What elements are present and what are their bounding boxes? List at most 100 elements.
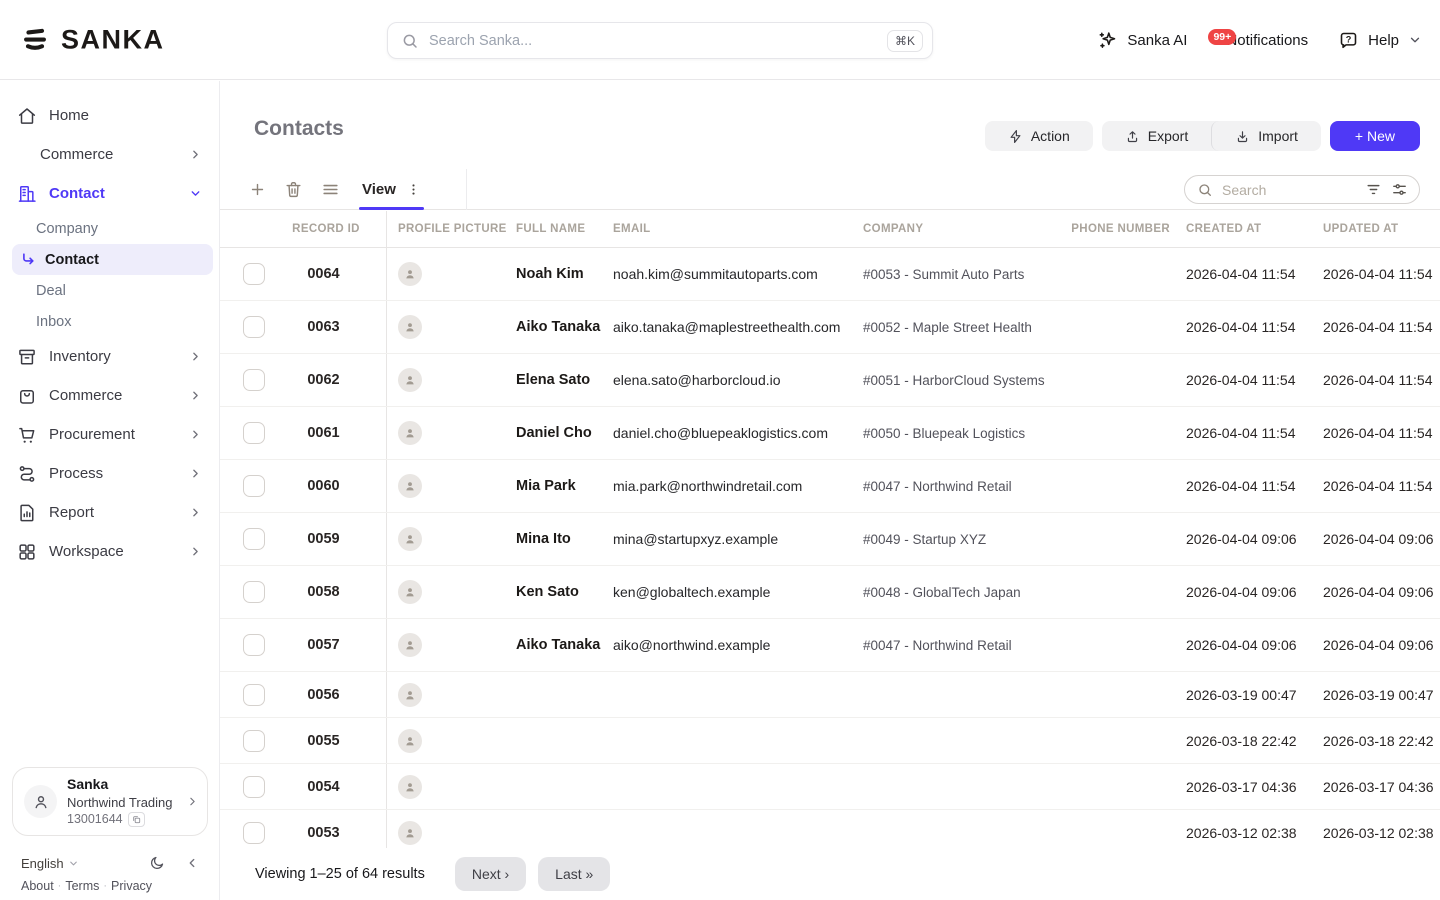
email: elena.sato@harborcloud.io: [613, 354, 857, 406]
sidebar-item-process[interactable]: Process: [0, 454, 219, 493]
archive-icon: [17, 347, 37, 367]
chevron-right-icon: [189, 428, 202, 441]
row-checkbox[interactable]: [243, 369, 265, 391]
row-checkbox[interactable]: [243, 822, 265, 844]
chevron-down-icon: [1408, 33, 1422, 47]
trash-icon[interactable]: [284, 180, 303, 199]
filter-icon[interactable]: [1365, 181, 1382, 198]
table-row[interactable]: 0062Elena Satoelena.sato@harborcloud.io#…: [220, 354, 1440, 407]
email: daniel.cho@bluepeaklogistics.com: [613, 407, 857, 459]
sidebar-item-workspace[interactable]: Workspace: [0, 532, 219, 571]
table-row[interactable]: 00542026-03-17 04:362026-03-17 04:36: [220, 764, 1440, 810]
contacts-table: RECORD IDPROFILE PICTUREFULL NAMEEMAILCO…: [220, 211, 1440, 900]
phone-number: [1069, 354, 1183, 406]
updated-at: 2026-04-04 11:54: [1323, 354, 1440, 406]
table-row[interactable]: 00562026-03-19 00:472026-03-19 00:47: [220, 672, 1440, 718]
full-name: Aiko Tanaka: [508, 301, 613, 353]
sidebar-item-label: Commerce: [40, 146, 113, 163]
dark-mode-toggle-moon-icon[interactable]: [149, 855, 165, 871]
table-row[interactable]: 0060Mia Parkmia.park@northwindretail.com…: [220, 460, 1440, 513]
privacy-link[interactable]: Privacy: [111, 879, 152, 893]
row-checkbox[interactable]: [243, 776, 265, 798]
terms-link[interactable]: Terms: [65, 879, 99, 893]
table-row[interactable]: 0057Aiko Tanakaaiko@northwind.example#00…: [220, 619, 1440, 672]
report-icon: [17, 503, 37, 523]
language-selector[interactable]: English: [21, 856, 79, 871]
full-name: Elena Sato: [508, 354, 613, 406]
help-label: Help: [1368, 32, 1399, 49]
table-search[interactable]: [1184, 175, 1420, 204]
phone-number: [1069, 460, 1183, 512]
sidebar-subitem-inbox[interactable]: Inbox: [0, 306, 219, 337]
account-card[interactable]: Sanka Northwind Trading 13001644: [12, 767, 208, 836]
row-checkbox[interactable]: [243, 528, 265, 550]
email: aiko@northwind.example: [613, 619, 857, 671]
shopping-cart-icon: [17, 425, 37, 445]
table-row[interactable]: 00552026-03-18 22:422026-03-18 22:42: [220, 718, 1440, 764]
sidebar-subitem-contact[interactable]: Contact: [12, 244, 213, 275]
created-at: 2026-04-04 09:06: [1183, 513, 1323, 565]
table-row[interactable]: 0059Mina Itomina@startupxyz.example#0049…: [220, 513, 1440, 566]
settings-sliders-icon[interactable]: [1391, 181, 1408, 198]
chevron-right-icon: [189, 545, 202, 558]
list-view-icon[interactable]: [321, 180, 340, 199]
brand-logo[interactable]: SANKA: [20, 24, 165, 55]
tab-view[interactable]: View: [362, 169, 421, 209]
created-at: 2026-04-04 11:54: [1183, 460, 1323, 512]
row-checkbox[interactable]: [243, 422, 265, 444]
import-button[interactable]: Import: [1211, 121, 1321, 151]
last-page-button[interactable]: Last »: [538, 857, 610, 891]
row-checkbox[interactable]: [243, 581, 265, 603]
row-checkbox[interactable]: [243, 316, 265, 338]
next-page-button[interactable]: Next ›: [455, 857, 526, 891]
sidebar-item-inventory[interactable]: Inventory: [0, 337, 219, 376]
email: noah.kim@summitautoparts.com: [613, 248, 857, 300]
table-row[interactable]: 0058Ken Satoken@globaltech.example#0048 …: [220, 566, 1440, 619]
collapse-sidebar-icon[interactable]: [185, 856, 199, 870]
full-name: [508, 718, 613, 763]
sidebar-item-label: Home: [49, 107, 89, 124]
action-button[interactable]: Action: [985, 121, 1093, 151]
top-bar: SANKA ⌘K Sanka AI: [0, 0, 1440, 80]
row-checkbox[interactable]: [243, 730, 265, 752]
view-toolbar: View: [220, 169, 1440, 210]
global-search-input[interactable]: [429, 33, 877, 49]
export-button[interactable]: Export: [1102, 121, 1211, 151]
sidebar-item-commerce[interactable]: Commerce: [0, 135, 219, 174]
notifications-button[interactable]: 99+ Notifications: [1217, 32, 1308, 49]
sidebar-subitem-company[interactable]: Company: [0, 213, 219, 244]
profile-avatar: [398, 729, 422, 753]
sidebar-item-label: Commerce: [49, 387, 122, 404]
help-button[interactable]: ? Help: [1338, 30, 1422, 51]
row-checkbox[interactable]: [243, 475, 265, 497]
sidebar-item-home[interactable]: Home: [0, 96, 219, 135]
column-header-record-id: RECORD ID: [220, 211, 387, 247]
company: #0048 - GlobalTech Japan: [857, 566, 1069, 618]
copy-icon[interactable]: [128, 812, 145, 827]
add-view-icon[interactable]: [249, 181, 266, 198]
sidebar-item-commerce[interactable]: Commerce: [0, 376, 219, 415]
sanka-ai-button[interactable]: Sanka AI: [1097, 30, 1187, 51]
kebab-menu-icon[interactable]: [406, 182, 421, 197]
chevron-right-icon: [189, 506, 202, 519]
table-row[interactable]: 0064Noah Kimnoah.kim@summitautoparts.com…: [220, 248, 1440, 301]
full-name: Noah Kim: [508, 248, 613, 300]
row-checkbox[interactable]: [243, 263, 265, 285]
table-search-input[interactable]: [1222, 182, 1356, 198]
sidebar-nav: HomeCommerceContactCompanyContactDealInb…: [0, 81, 219, 571]
sidebar-subitem-deal[interactable]: Deal: [0, 275, 219, 306]
sidebar-item-report[interactable]: Report: [0, 493, 219, 532]
global-search[interactable]: ⌘K: [387, 22, 933, 59]
company: #0050 - Bluepeak Logistics: [857, 407, 1069, 459]
record-id: 0058: [265, 584, 386, 600]
row-checkbox[interactable]: [243, 634, 265, 656]
phone-number: [1069, 513, 1183, 565]
row-checkbox[interactable]: [243, 684, 265, 706]
about-link[interactable]: About: [21, 879, 54, 893]
sidebar-item-procurement[interactable]: Procurement: [0, 415, 219, 454]
language-label: English: [21, 856, 64, 871]
sidebar-item-contact[interactable]: Contact: [0, 174, 219, 213]
table-row[interactable]: 0061Daniel Chodaniel.cho@bluepeaklogisti…: [220, 407, 1440, 460]
table-row[interactable]: 0063Aiko Tanakaaiko.tanaka@maplestreethe…: [220, 301, 1440, 354]
new-button[interactable]: + New: [1330, 121, 1420, 151]
